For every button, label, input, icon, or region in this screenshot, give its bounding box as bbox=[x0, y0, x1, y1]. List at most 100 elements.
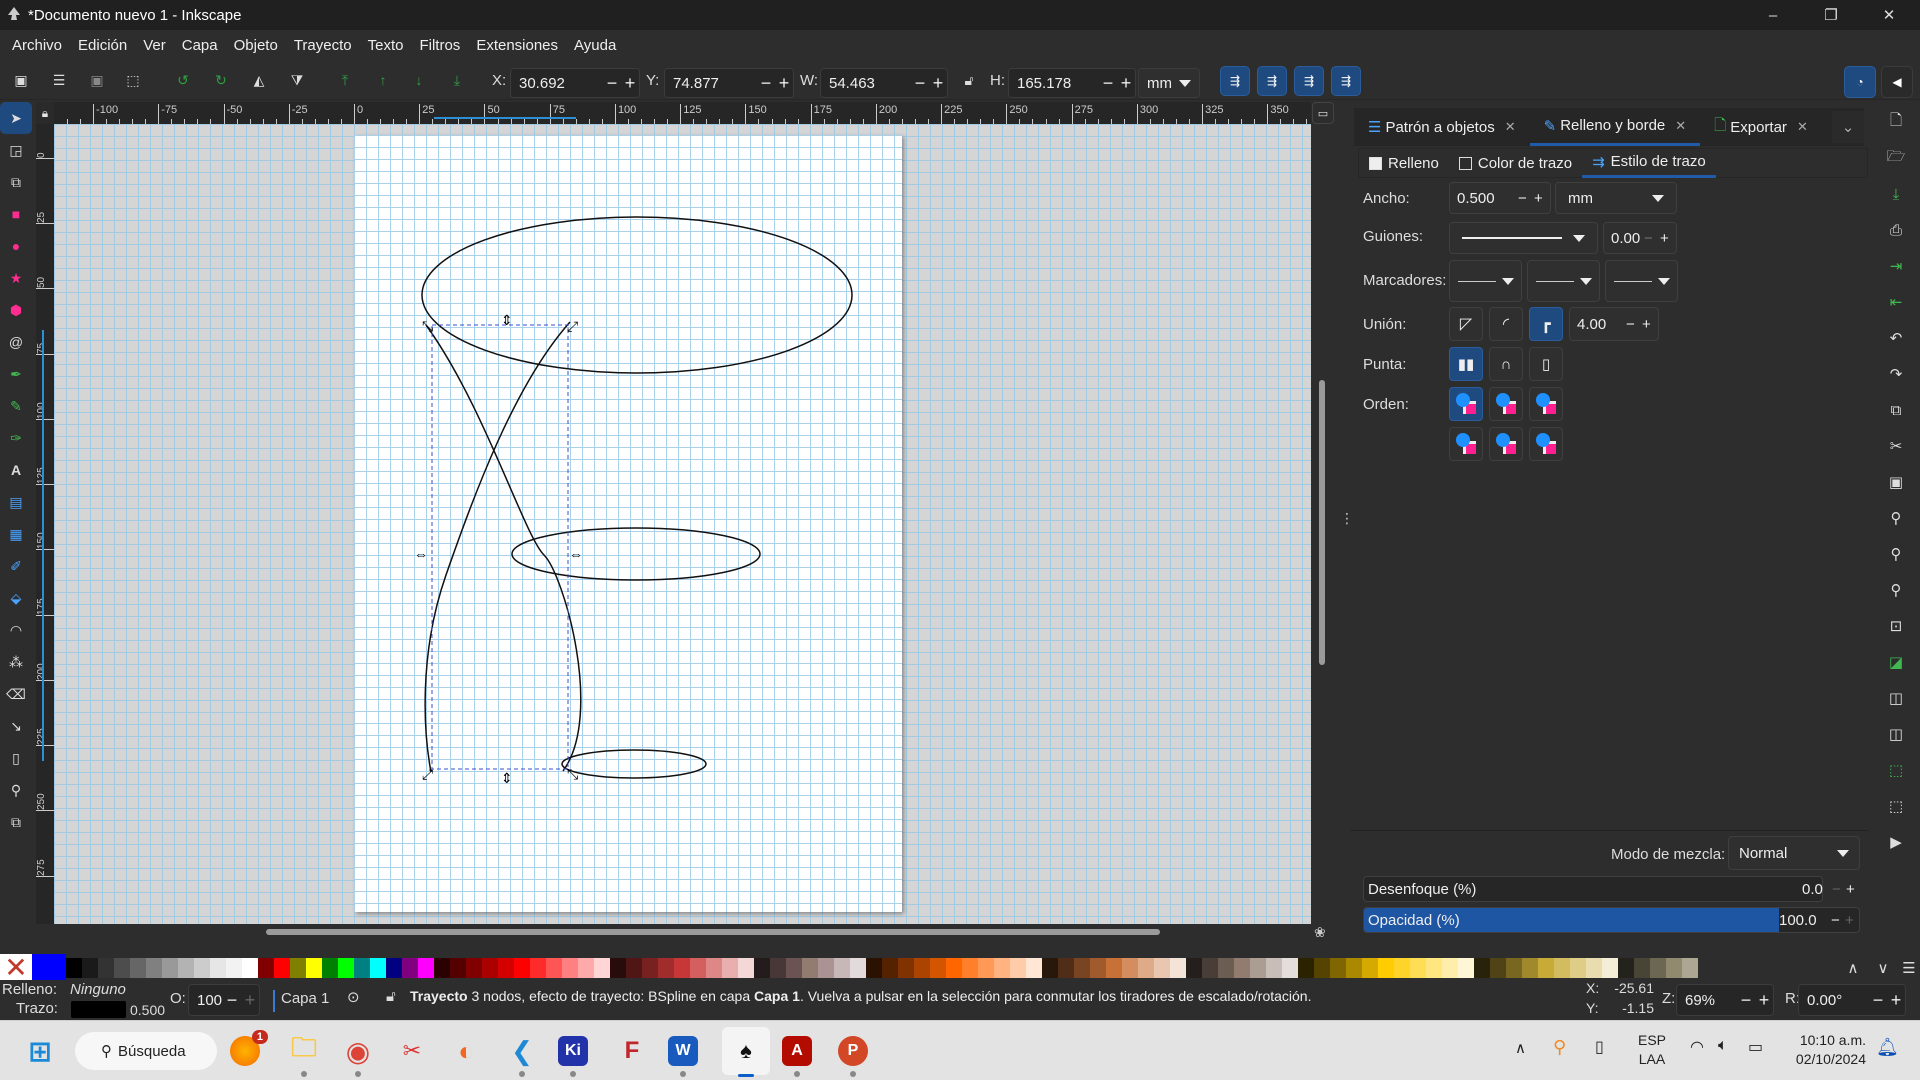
palette-swatch[interactable] bbox=[386, 958, 402, 978]
miter-decrement[interactable]: − bbox=[1626, 316, 1642, 333]
palette-swatch[interactable] bbox=[834, 958, 850, 978]
palette-swatch[interactable] bbox=[1106, 958, 1122, 978]
palette-swatch[interactable] bbox=[802, 958, 818, 978]
palette-swatch[interactable] bbox=[1298, 958, 1314, 978]
zoom-drawing-icon[interactable]: ⚲ bbox=[1872, 536, 1920, 572]
lower-to-bottom-icon[interactable]: ⤓ bbox=[444, 68, 470, 92]
palette-swatch[interactable] bbox=[306, 958, 322, 978]
tab-pattern-objects[interactable]: ☰ Patrón a objetos ✕ bbox=[1354, 108, 1530, 146]
large-ellipse[interactable] bbox=[421, 216, 853, 374]
start-marker-select[interactable] bbox=[1449, 260, 1522, 302]
scale-handle-e[interactable]: ⇔ bbox=[569, 546, 583, 562]
bspline-path-left[interactable] bbox=[425, 324, 582, 772]
blur-slider[interactable]: Desenfoque (%) bbox=[1363, 876, 1823, 902]
close-tab-icon[interactable]: ✕ bbox=[1675, 118, 1686, 134]
search-box[interactable]: ⚲ Búsqueda bbox=[75, 1032, 217, 1070]
clock[interactable]: 10:10 a.m. 02/10/2024 bbox=[1786, 1031, 1866, 1069]
paste-icon[interactable]: ▣ bbox=[1872, 464, 1920, 500]
palette-swatch[interactable] bbox=[1410, 958, 1426, 978]
paint-bucket-tool[interactable]: ⬙ bbox=[0, 582, 32, 614]
no-paint-swatch[interactable]: ✕ bbox=[0, 954, 32, 982]
palette-swatch[interactable] bbox=[738, 958, 754, 978]
miter-increment[interactable]: + bbox=[1642, 316, 1658, 333]
vertical-ruler[interactable]: 0 25 50 75 100 125 150 175 200 225 250 275 bbox=[36, 124, 54, 924]
palette-swatch[interactable] bbox=[258, 958, 274, 978]
canvas[interactable]: ⤡ ⇕ ⤢ ⇔ ⇔ ⤢ ⇕ ⤡ bbox=[54, 124, 1311, 924]
dash-offset-decrement[interactable]: − bbox=[1644, 230, 1660, 247]
palette-swatch[interactable] bbox=[1330, 958, 1346, 978]
import-icon[interactable]: ⇥ bbox=[1872, 248, 1920, 284]
save-icon[interactable]: ⤓ bbox=[1872, 176, 1920, 212]
menu-archivo[interactable]: Archivo bbox=[4, 37, 70, 54]
transform-gradients-button[interactable]: ⇶ bbox=[1294, 66, 1324, 96]
blend-mode-select[interactable]: Normal bbox=[1728, 836, 1860, 870]
selector-tool[interactable]: ➤ bbox=[0, 102, 32, 134]
palette-swatch[interactable] bbox=[1394, 958, 1410, 978]
h-increment[interactable]: + bbox=[1117, 73, 1135, 94]
tab-export[interactable]: 🗋︎ Exportar ✕ bbox=[1700, 108, 1822, 146]
group-icon[interactable]: ⬚ bbox=[1872, 752, 1920, 788]
close-tab-icon[interactable]: ✕ bbox=[1797, 119, 1808, 135]
language-indicator[interactable]: ESP LAA bbox=[1638, 1031, 1666, 1069]
node-tool[interactable]: ◲ bbox=[0, 134, 32, 166]
palette-swatch[interactable] bbox=[1314, 958, 1330, 978]
palette-swatch[interactable] bbox=[114, 958, 130, 978]
rotate-value[interactable]: 0.00° bbox=[1799, 992, 1869, 1009]
palette-swatch[interactable] bbox=[1426, 958, 1442, 978]
menu-extensiones[interactable]: Extensiones bbox=[468, 37, 566, 54]
palette-swatch[interactable] bbox=[546, 958, 562, 978]
round-join-button[interactable]: ◜ bbox=[1489, 307, 1523, 341]
current-color-swatch[interactable] bbox=[32, 954, 66, 982]
transform-patterns-button[interactable]: ⇶ bbox=[1331, 66, 1361, 96]
tabs-menu-chevron-icon[interactable]: ⌄ bbox=[1832, 111, 1864, 143]
square-cap-button[interactable]: ▯ bbox=[1529, 347, 1563, 381]
scale-handle-se[interactable]: ⤡ bbox=[567, 766, 578, 782]
volume-icon[interactable]: 🔈︎ bbox=[1718, 1037, 1728, 1055]
undo-icon[interactable]: ↶ bbox=[1872, 320, 1920, 356]
x-field[interactable]: 30.692 − + bbox=[510, 68, 640, 98]
zoom-decrement[interactable]: − bbox=[1737, 990, 1755, 1011]
blur-value[interactable]: 0.0 bbox=[1802, 881, 1832, 898]
horizontal-ruler[interactable]: -100 -75 -50 -25 0 25 50 75 100 125 150 175 200 225 25… bbox=[54, 102, 1311, 124]
palette-swatch[interactable] bbox=[882, 958, 898, 978]
mid-marker-select[interactable] bbox=[1527, 260, 1600, 302]
palette-swatch[interactable] bbox=[946, 958, 962, 978]
blur-field[interactable]: 0.0 − + bbox=[1802, 876, 1860, 902]
menu-capa[interactable]: Capa bbox=[174, 37, 226, 54]
menu-objeto[interactable]: Objeto bbox=[226, 37, 286, 54]
opacity-status-increment[interactable]: + bbox=[241, 990, 259, 1011]
palette-swatch[interactable] bbox=[1474, 958, 1490, 978]
palette-swatch[interactable] bbox=[1506, 958, 1522, 978]
palette-swatch[interactable] bbox=[722, 958, 738, 978]
palette-swatch[interactable] bbox=[66, 958, 82, 978]
palette-swatch[interactable] bbox=[690, 958, 706, 978]
current-layer[interactable]: Capa 1 bbox=[281, 990, 329, 1007]
menu-filtros[interactable]: Filtros bbox=[411, 37, 468, 54]
subtab-stroke-paint[interactable]: Color de trazo bbox=[1449, 148, 1582, 178]
small-ellipse[interactable] bbox=[561, 749, 707, 779]
palette-swatch[interactable] bbox=[1250, 958, 1266, 978]
palette-swatch[interactable] bbox=[1122, 958, 1138, 978]
miter-join-button[interactable]: ┏ bbox=[1529, 307, 1563, 341]
palette-menu-icon[interactable]: ☰ bbox=[1898, 959, 1920, 977]
scale-handle-sw[interactable]: ⤢ bbox=[422, 766, 433, 782]
copy-icon[interactable]: ⧉ bbox=[1872, 392, 1920, 428]
text-tool[interactable]: A bbox=[0, 454, 32, 486]
palette-swatch[interactable] bbox=[210, 958, 226, 978]
y-value[interactable]: 74.877 bbox=[665, 75, 757, 92]
paint-order-button[interactable] bbox=[1449, 427, 1483, 461]
minimize-button[interactable]: – bbox=[1744, 0, 1802, 30]
taskbar-app-snipping-icon[interactable]: ✂ bbox=[392, 1031, 432, 1071]
box3d-tool[interactable]: ⬢ bbox=[0, 294, 32, 326]
palette-swatch[interactable] bbox=[578, 958, 594, 978]
raise-to-top-icon[interactable]: ⤒ bbox=[332, 68, 358, 92]
opacity-status-decrement[interactable]: − bbox=[223, 990, 241, 1011]
palette-swatch[interactable] bbox=[1522, 958, 1538, 978]
palette-swatch[interactable] bbox=[1362, 958, 1378, 978]
palette-swatch[interactable] bbox=[130, 958, 146, 978]
stroke-width-increment[interactable]: + bbox=[1534, 190, 1550, 207]
palette-swatch[interactable] bbox=[338, 958, 354, 978]
palette-swatch[interactable] bbox=[290, 958, 306, 978]
zoom-selection-icon[interactable]: ⚲ bbox=[1872, 500, 1920, 536]
palette-swatch[interactable] bbox=[898, 958, 914, 978]
